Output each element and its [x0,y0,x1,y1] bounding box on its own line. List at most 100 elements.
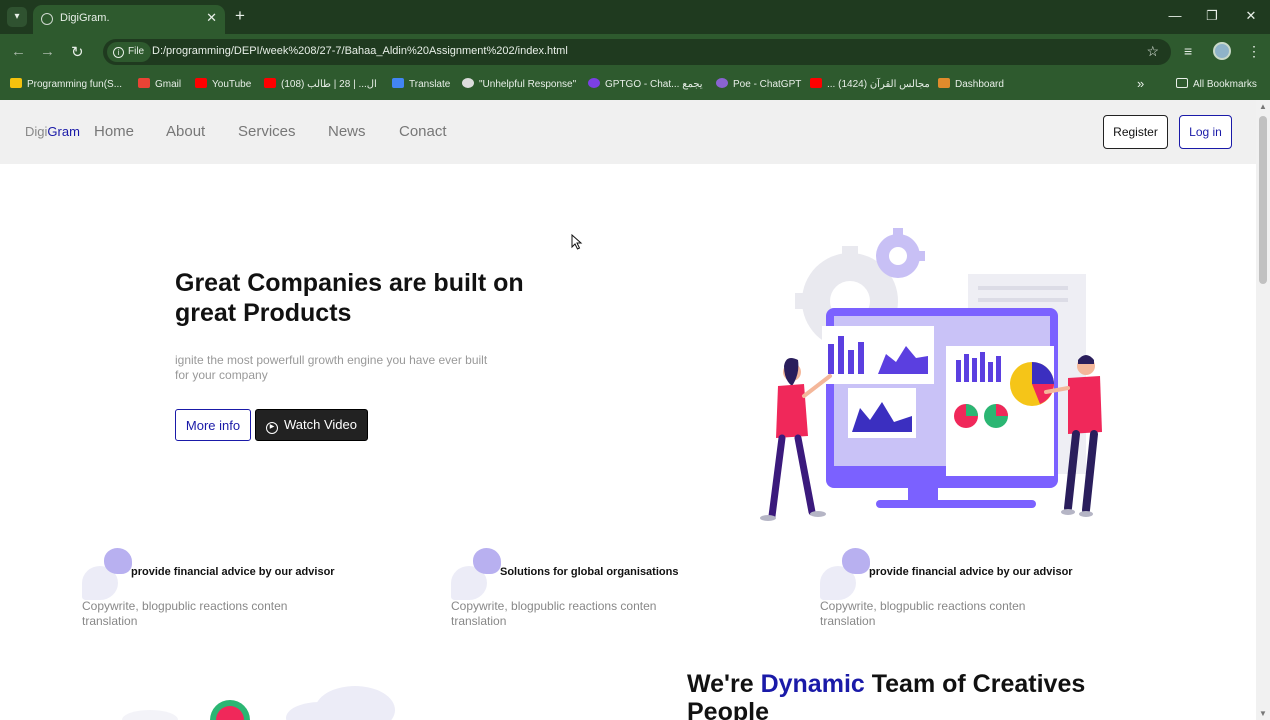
team-section-title: We're Dynamic Team of Creatives People [687,670,1137,720]
browser-tab-bar: ▾ DigiGram. ✕ + — ❐ ✕ [0,0,1270,34]
dashboard-icon [938,78,950,88]
bar-chart-icon [822,326,934,384]
page-scrollbar[interactable]: ▲ ▼ [1256,100,1270,720]
bookmark-label: ال... | 28 | طالب (108) [281,79,377,90]
more-info-button[interactable]: More info [175,409,251,441]
bookmark-item[interactable]: ال... | 28 | طالب (108) [264,78,377,90]
back-arrow-icon[interactable]: ← [11,43,26,60]
nav-about[interactable]: About [166,123,205,140]
bookmarks-bar: Programming fun(S... Gmail YouTube ال...… [0,70,1270,100]
pie-chart-icon [1010,362,1054,406]
page-viewport: DigiGram Home About Services News Conact… [0,100,1256,720]
reload-icon[interactable]: ↻ [71,43,84,61]
bookmark-label: Poe - ChatGPT [733,79,802,90]
all-bookmarks-label: All Bookmarks [1193,79,1257,90]
bookmark-item[interactable]: Programming fun(S... [10,78,122,90]
window-restore-button[interactable]: ❐ [1204,8,1220,24]
profile-avatar[interactable] [1213,42,1231,60]
feature-title: Solutions for global organisations [500,566,679,578]
address-bar[interactable]: i File D:/programming/DEPI/week%208/27-7/… [103,39,1171,65]
bookmark-item[interactable]: Gmail [138,78,181,90]
bookmark-star-icon[interactable]: ☆ [1146,43,1159,60]
youtube-icon [195,78,207,88]
window-close-button[interactable]: ✕ [1243,8,1259,24]
bookmark-label: GPTGO - Chat... يجمع [605,79,703,90]
logo-prefix: Digi [25,124,48,139]
scroll-down-arrow-icon[interactable]: ▼ [1259,709,1267,718]
youtube-icon [264,78,276,88]
team-title-prefix: We're [687,670,761,698]
folder-icon [1176,78,1188,88]
hero-subtitle: ignite the most powerfull growth engine … [175,353,488,382]
bookmarks-overflow-button[interactable]: » [1137,76,1144,91]
bookmark-item[interactable]: "Unhelpful Response" [462,78,576,90]
bookmark-label: YouTube [212,79,252,90]
area-chart-icon [848,388,916,438]
bookmark-item[interactable]: YouTube [195,78,251,90]
feature-title: provide financial advice by our advisor [131,566,335,578]
watch-video-button[interactable]: ▶ Watch Video [255,409,368,441]
logo-highlight: Gram [47,124,80,139]
feature-description: Copywrite, blogpublic reactions conten t… [820,599,1026,628]
bookmark-label: "Unhelpful Response" [479,79,577,90]
site-navbar: DigiGram Home About Services News Conact… [0,100,1256,164]
forward-arrow-icon[interactable]: → [40,43,55,60]
gmail-icon [138,78,150,88]
file-chip-label: File [128,46,145,57]
play-icon: ▶ [266,421,278,434]
browser-toolbar: ← → ↻ i File D:/programming/DEPI/week%208… [0,34,1270,70]
hero-title: Great Companies are built on great Produ… [175,269,524,327]
bookmark-label: Gmail [155,79,182,90]
bookmark-favicon-icon [10,78,22,88]
nav-services[interactable]: Services [238,123,296,140]
bookmark-item[interactable]: Poe - ChatGPT [716,78,801,90]
scrollbar-thumb[interactable] [1259,116,1267,284]
register-button[interactable]: Register [1103,115,1168,149]
nav-news[interactable]: News [328,123,366,140]
watch-video-label: Watch Video [284,416,357,432]
nav-home[interactable]: Home [94,123,134,140]
window-minimize-button[interactable]: — [1167,8,1183,23]
woman-figure-icon [760,358,832,521]
site-logo[interactable]: DigiGram [25,124,80,139]
bookmark-item[interactable]: GPTGO - Chat... يجمع [588,78,703,90]
url-text[interactable]: D:/programming/DEPI/week%208/27-7/Bahaa_… [152,45,568,57]
site-info-chip[interactable]: i File [107,42,152,62]
bookmark-item[interactable]: ... مجالس القرآن (1424) [810,78,930,90]
bookmark-item[interactable]: Dashboard [938,78,1004,90]
feature-description: Copywrite, blogpublic reactions conten t… [82,599,288,628]
decorative-blob-icon [473,548,501,574]
mouse-pointer-icon [571,234,583,250]
bookmark-label: ... مجالس القرآن (1424) [827,79,930,90]
browser-tab[interactable]: DigiGram. ✕ [33,5,225,34]
info-icon: i [113,47,124,58]
login-button[interactable]: Log in [1179,115,1232,149]
bookmark-label: Translate [409,79,451,90]
gptgo-icon [588,78,600,88]
decorative-blob-icon [104,548,132,574]
tab-close-button[interactable]: ✕ [206,10,217,26]
youtube-icon [810,78,822,88]
globe-icon [41,13,53,25]
tab-search-button[interactable]: ▾ [7,7,27,27]
feature-title: provide financial advice by our advisor [869,566,1073,578]
scroll-up-arrow-icon[interactable]: ▲ [1259,102,1267,111]
poe-icon [716,78,728,88]
new-tab-button[interactable]: + [235,6,245,26]
media-controls-icon[interactable]: ≡ [1184,43,1192,59]
team-title-highlight: Dynamic [760,670,865,698]
translate-icon [392,78,404,88]
openai-icon [462,78,474,88]
gear-icon [876,228,925,278]
all-bookmarks-folder[interactable]: All Bookmarks [1176,78,1257,90]
bookmark-label: Dashboard [955,79,1004,90]
decorative-blob-icon [842,548,870,574]
nav-contact[interactable]: Conact [399,123,447,140]
more-menu-icon[interactable]: ⋮ [1247,43,1261,60]
bookmark-item[interactable]: Translate [392,78,450,90]
hero-dashboard-illustration [760,228,1102,521]
feature-description: Copywrite, blogpublic reactions conten t… [451,599,657,628]
bookmark-label: Programming fun(S... [27,79,123,90]
team-illustration [122,686,395,720]
tab-title: DigiGram. [60,12,110,24]
